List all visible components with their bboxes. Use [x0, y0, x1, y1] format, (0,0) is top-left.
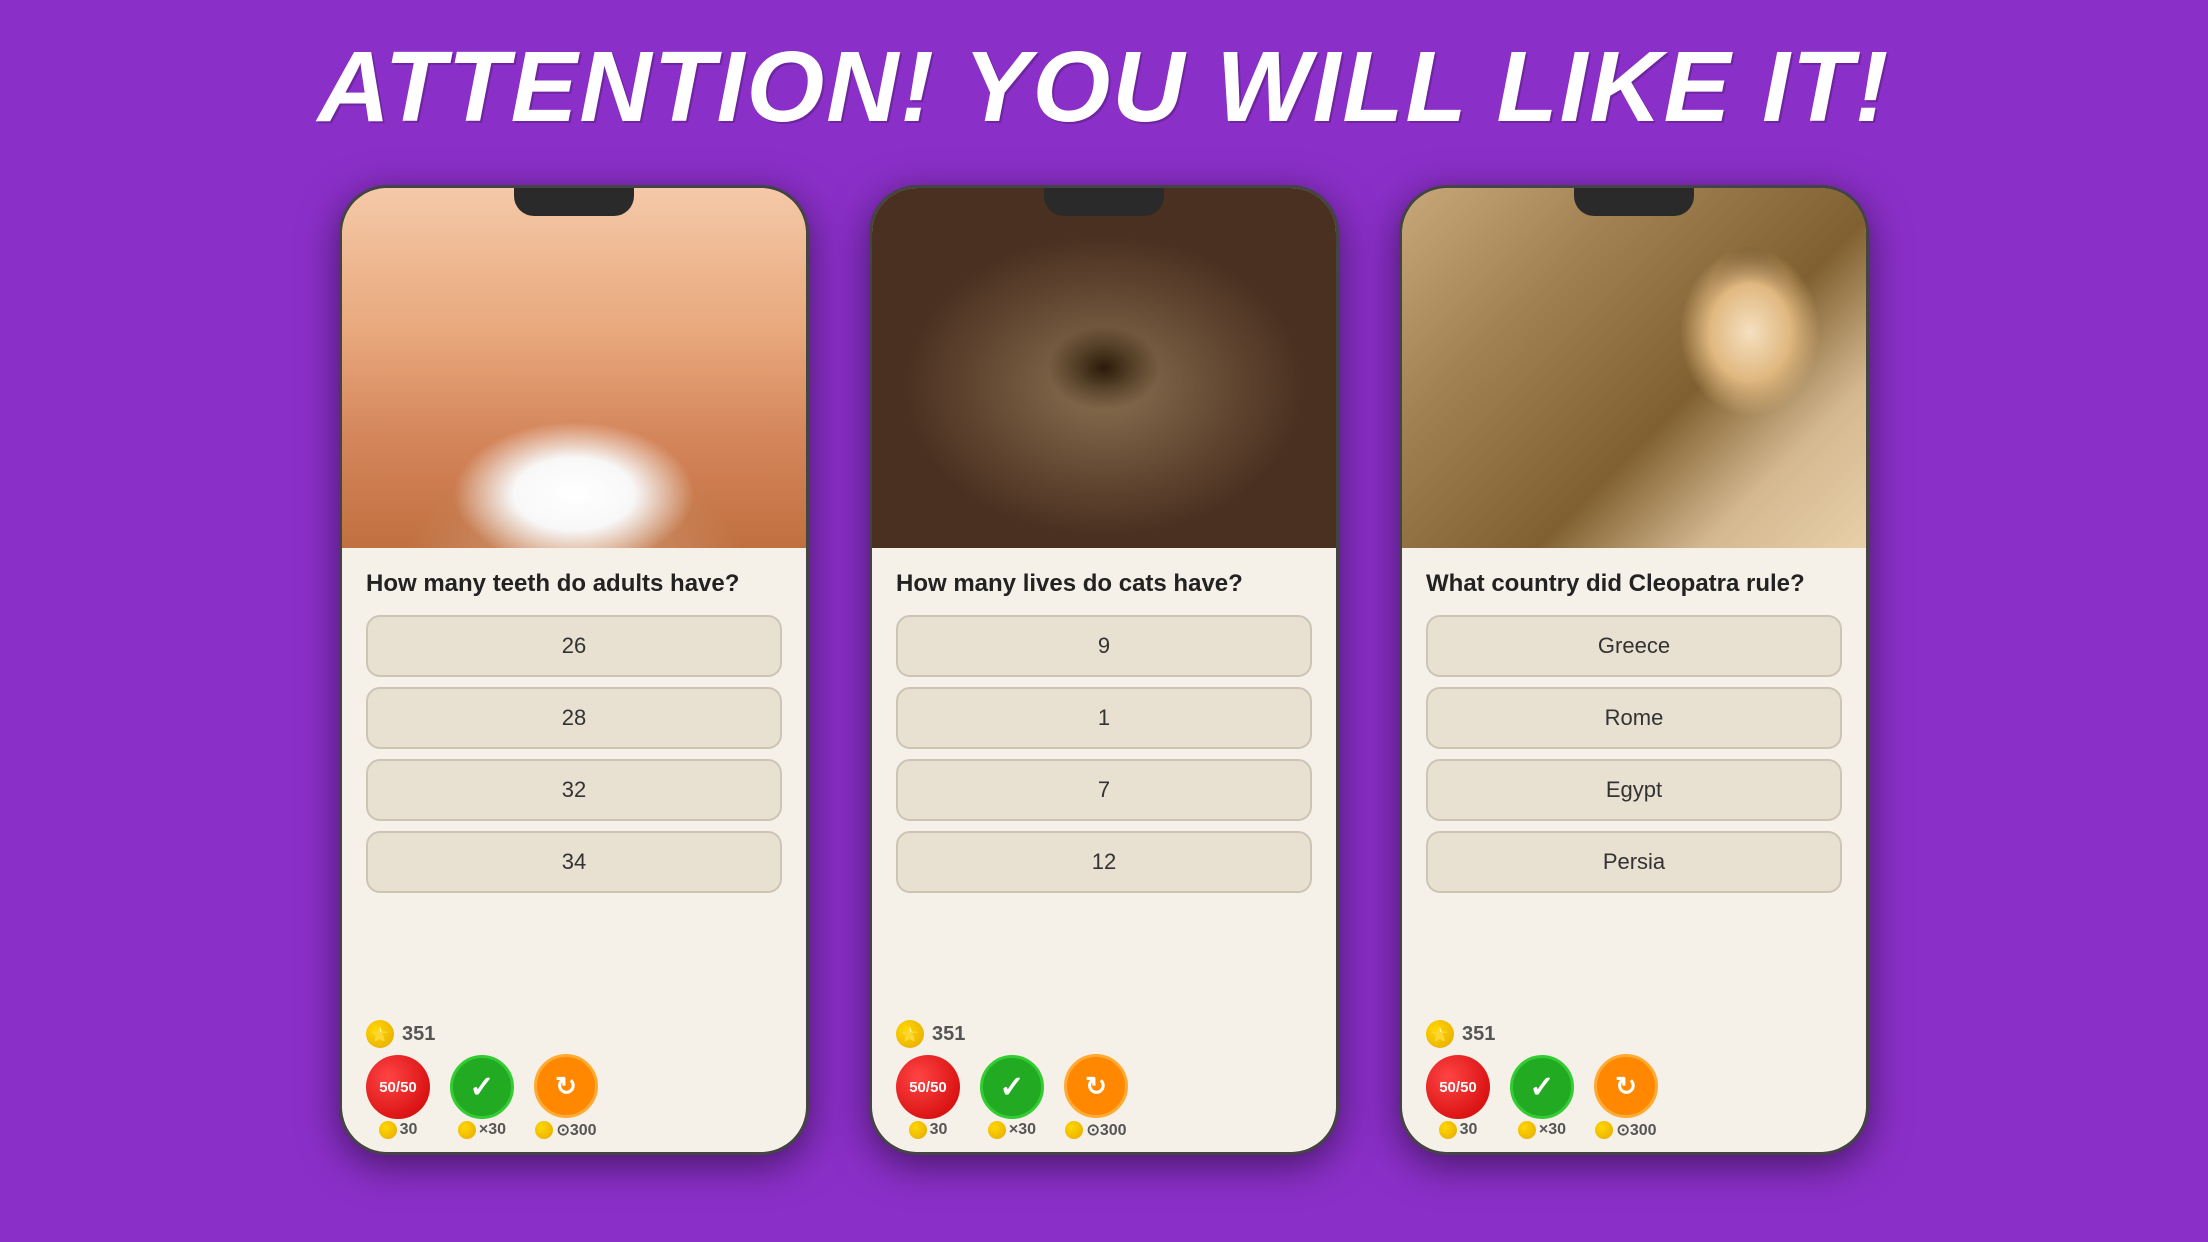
cost-5050-1: 30: [379, 1121, 418, 1139]
mini-coin-check-1: [458, 1121, 476, 1139]
cost-label-refresh-2: ⊙300: [1086, 1120, 1126, 1140]
cost-label-refresh-1: ⊙300: [556, 1120, 596, 1140]
mini-coin-1: [379, 1121, 397, 1139]
answer-1-0[interactable]: 26: [366, 615, 782, 677]
mini-coin-3: [1439, 1121, 1457, 1139]
phone-notch-3: [1574, 188, 1694, 216]
coin-count-1: 351: [402, 1023, 435, 1046]
cost-label-5050-2: 30: [930, 1121, 948, 1139]
smile-image: [342, 188, 806, 548]
answer-1-3[interactable]: 34: [366, 831, 782, 893]
coins-row-3: ⭐ 351: [1426, 1020, 1842, 1048]
cleopatra-image: [1402, 188, 1866, 548]
answer-1-2[interactable]: 32: [366, 759, 782, 821]
phone-content-2: How many lives do cats have? 9 1 7 12: [872, 548, 1336, 1012]
answer-1-1[interactable]: 28: [366, 687, 782, 749]
mini-coin-refresh-3: [1595, 1121, 1613, 1139]
powerup-refresh-1[interactable]: ↻ ⊙300: [534, 1054, 598, 1140]
phone-3: What country did Cleopatra rule? Greece …: [1399, 185, 1869, 1155]
phone-1: How many teeth do adults have? 26 28 32 …: [339, 185, 809, 1155]
badge-5050-2[interactable]: 50/50: [896, 1055, 960, 1119]
phone-screen-3: What country did Cleopatra rule? Greece …: [1402, 188, 1866, 1152]
phone-image-2: [872, 188, 1336, 548]
answer-2-3[interactable]: 12: [896, 831, 1312, 893]
badge-check-3[interactable]: ✓: [1510, 1055, 1574, 1119]
phone-content-3: What country did Cleopatra rule? Greece …: [1402, 548, 1866, 1012]
phones-container: How many teeth do adults have? 26 28 32 …: [339, 185, 1869, 1155]
cost-check-1: ×30: [458, 1121, 506, 1139]
cost-refresh-1: ⊙300: [535, 1120, 596, 1140]
powerup-check-1[interactable]: ✓ ×30: [450, 1055, 514, 1139]
badge-refresh-1[interactable]: ↻: [534, 1054, 598, 1118]
answer-2-2[interactable]: 7: [896, 759, 1312, 821]
main-title: ATTENTION! YOU WILL LIKE IT!: [318, 30, 1891, 145]
coin-count-2: 351: [932, 1023, 965, 1046]
powerups-row-2: 50/50 30 ✓ ×30 ↻: [896, 1054, 1312, 1140]
phone-footer-1: ⭐ 351 50/50 30 ✓ ×: [342, 1012, 806, 1152]
mini-coin-2: [909, 1121, 927, 1139]
mini-coin-refresh-2: [1065, 1121, 1083, 1139]
cost-refresh-3: ⊙300: [1595, 1120, 1656, 1140]
mini-coin-refresh-1: [535, 1121, 553, 1139]
powerups-row-1: 50/50 30 ✓ ×30 ↻: [366, 1054, 782, 1140]
cost-refresh-2: ⊙300: [1065, 1120, 1126, 1140]
phone-notch-1: [514, 188, 634, 216]
badge-5050-3[interactable]: 50/50: [1426, 1055, 1490, 1119]
badge-refresh-3[interactable]: ↻: [1594, 1054, 1658, 1118]
cost-5050-3: 30: [1439, 1121, 1478, 1139]
phone-notch-2: [1044, 188, 1164, 216]
question-1: How many teeth do adults have?: [366, 568, 782, 599]
question-3: What country did Cleopatra rule?: [1426, 568, 1842, 599]
powerup-5050-2[interactable]: 50/50 30: [896, 1055, 960, 1139]
badge-check-2[interactable]: ✓: [980, 1055, 1044, 1119]
answer-3-3[interactable]: Persia: [1426, 831, 1842, 893]
coin-icon-3: ⭐: [1426, 1020, 1454, 1048]
powerup-refresh-2[interactable]: ↻ ⊙300: [1064, 1054, 1128, 1140]
cost-label-refresh-3: ⊙300: [1616, 1120, 1656, 1140]
coin-icon-2: ⭐: [896, 1020, 924, 1048]
answer-3-0[interactable]: Greece: [1426, 615, 1842, 677]
coin-icon-1: ⭐: [366, 1020, 394, 1048]
cost-5050-2: 30: [909, 1121, 948, 1139]
answer-2-0[interactable]: 9: [896, 615, 1312, 677]
coins-row-2: ⭐ 351: [896, 1020, 1312, 1048]
phone-footer-2: ⭐ 351 50/50 30 ✓ ×: [872, 1012, 1336, 1152]
coin-count-3: 351: [1462, 1023, 1495, 1046]
badge-refresh-2[interactable]: ↻: [1064, 1054, 1128, 1118]
question-2: How many lives do cats have?: [896, 568, 1312, 599]
powerup-5050-3[interactable]: 50/50 30: [1426, 1055, 1490, 1139]
cost-label-5050-3: 30: [1460, 1121, 1478, 1139]
badge-5050-1[interactable]: 50/50: [366, 1055, 430, 1119]
coins-row-1: ⭐ 351: [366, 1020, 782, 1048]
phone-image-1: [342, 188, 806, 548]
phone-screen-1: How many teeth do adults have? 26 28 32 …: [342, 188, 806, 1152]
powerups-row-3: 50/50 30 ✓ ×30 ↻: [1426, 1054, 1842, 1140]
powerup-5050-1[interactable]: 50/50 30: [366, 1055, 430, 1139]
phone-screen-2: How many lives do cats have? 9 1 7 12 ⭐ …: [872, 188, 1336, 1152]
phone-image-3: [1402, 188, 1866, 548]
cat-image: [872, 188, 1336, 548]
cost-label-check-1: ×30: [479, 1121, 506, 1139]
answer-2-1[interactable]: 1: [896, 687, 1312, 749]
phone-2: How many lives do cats have? 9 1 7 12 ⭐ …: [869, 185, 1339, 1155]
mini-coin-check-3: [1518, 1121, 1536, 1139]
phone-content-1: How many teeth do adults have? 26 28 32 …: [342, 548, 806, 1012]
answer-3-2[interactable]: Egypt: [1426, 759, 1842, 821]
phone-footer-3: ⭐ 351 50/50 30 ✓ ×: [1402, 1012, 1866, 1152]
powerup-check-3[interactable]: ✓ ×30: [1510, 1055, 1574, 1139]
answer-3-1[interactable]: Rome: [1426, 687, 1842, 749]
powerup-check-2[interactable]: ✓ ×30: [980, 1055, 1044, 1139]
cost-label-5050-1: 30: [400, 1121, 418, 1139]
cost-label-check-3: ×30: [1539, 1121, 1566, 1139]
cost-label-check-2: ×30: [1009, 1121, 1036, 1139]
cost-check-3: ×30: [1518, 1121, 1566, 1139]
mini-coin-check-2: [988, 1121, 1006, 1139]
powerup-refresh-3[interactable]: ↻ ⊙300: [1594, 1054, 1658, 1140]
badge-check-1[interactable]: ✓: [450, 1055, 514, 1119]
cost-check-2: ×30: [988, 1121, 1036, 1139]
